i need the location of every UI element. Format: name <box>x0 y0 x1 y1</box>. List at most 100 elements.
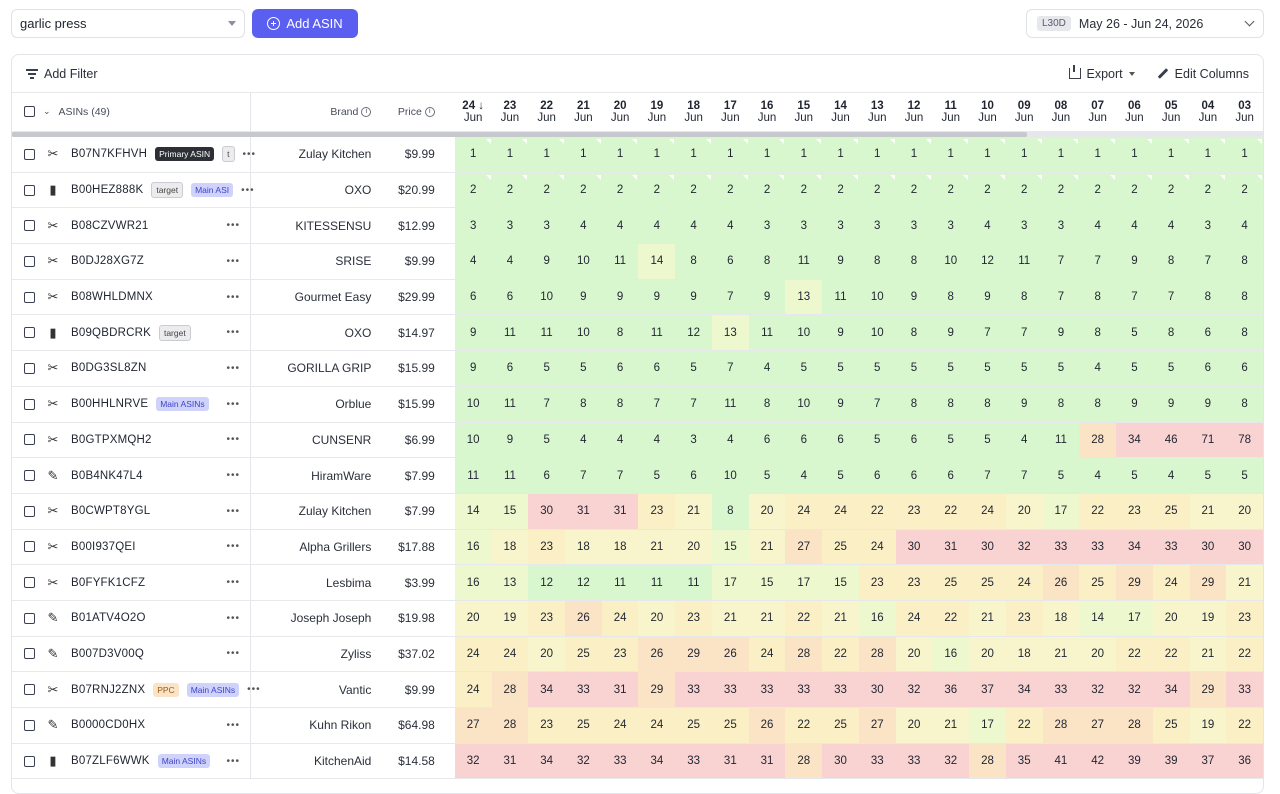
rank-cell[interactable]: 30 <box>1226 529 1263 566</box>
rank-cell[interactable]: 34 <box>1005 671 1043 708</box>
rank-cell[interactable]: 7 <box>1042 243 1080 280</box>
rank-cell[interactable]: 78 <box>1226 422 1263 459</box>
rank-cell[interactable]: 5 <box>528 350 566 387</box>
rank-cell[interactable]: 11 <box>491 386 529 423</box>
row-checkbox[interactable] <box>24 470 35 482</box>
export-button[interactable]: Export <box>1068 65 1135 81</box>
more-actions-icon[interactable]: ••• <box>227 292 241 303</box>
rank-cell[interactable]: 8 <box>895 314 933 352</box>
row-checkbox[interactable] <box>24 148 35 160</box>
edit-columns-button[interactable]: Edit Columns <box>1157 67 1249 81</box>
asin-id[interactable]: B00HEZ888K <box>71 184 143 196</box>
add-asin-button[interactable]: Add ASIN <box>252 9 358 38</box>
rank-cell[interactable]: 26 <box>1042 564 1080 601</box>
rank-cell[interactable]: 4 <box>1116 207 1153 245</box>
more-actions-icon[interactable]: ••• <box>227 256 241 267</box>
rank-cell[interactable]: 1 <box>748 136 786 173</box>
day-column-header[interactable]: 14 Jun <box>822 93 859 132</box>
row-checkbox[interactable] <box>24 755 35 767</box>
rank-cell[interactable]: 2 <box>1152 172 1190 209</box>
rank-cell[interactable]: 16 <box>454 564 492 601</box>
rank-cell[interactable]: 4 <box>1226 207 1263 245</box>
rank-cell[interactable]: 7 <box>969 457 1006 494</box>
rank-cell[interactable]: 8 <box>711 493 749 530</box>
rank-cell[interactable]: 36 <box>932 671 970 708</box>
rank-cell[interactable]: 11 <box>675 564 712 601</box>
rank-cell[interactable]: 4 <box>1079 207 1117 245</box>
table-row[interactable]: ✂ B00I937QEI ••• Alpha Grillers $17.88 16 18 23… <box>12 529 1263 566</box>
rank-cell[interactable]: 25 <box>822 529 859 566</box>
day-column-header[interactable]: 09 Jun <box>1005 93 1043 132</box>
rank-cell[interactable]: 9 <box>1005 386 1043 423</box>
rank-cell[interactable]: 5 <box>748 457 786 494</box>
more-actions-icon[interactable]: ••• <box>227 720 241 731</box>
rank-cell[interactable]: 25 <box>1152 493 1190 530</box>
row-checkbox[interactable] <box>24 648 35 660</box>
table-row[interactable]: ▮ B09QBDRCRK target ••• OXO $14.97 9 11 11 10 8 11 1… <box>12 314 1263 352</box>
day-column-header[interactable]: 13 Jun <box>858 93 896 132</box>
rank-cell[interactable]: 26 <box>565 600 602 637</box>
rank-cell[interactable]: 4 <box>454 243 492 280</box>
more-actions-icon[interactable]: ••• <box>227 648 241 659</box>
rank-cell[interactable]: 5 <box>528 422 566 459</box>
rank-cell[interactable]: 31 <box>748 743 786 780</box>
day-column-header[interactable]: 23 Jun <box>491 93 529 132</box>
rank-cell[interactable]: 7 <box>1005 314 1043 352</box>
more-actions-icon[interactable]: ••• <box>227 541 241 552</box>
rank-cell[interactable]: 9 <box>454 350 492 387</box>
rank-cell[interactable]: 4 <box>601 422 639 459</box>
rank-cell[interactable]: 3 <box>454 207 492 245</box>
rank-cell[interactable]: 21 <box>822 600 859 637</box>
rank-cell[interactable]: 1 <box>895 136 933 173</box>
select-all-checkbox[interactable] <box>24 106 35 118</box>
keyword-select[interactable]: garlic press <box>11 9 245 38</box>
rank-cell[interactable]: 7 <box>1005 457 1043 494</box>
rank-cell[interactable]: 22 <box>1226 636 1263 673</box>
rank-cell[interactable]: 20 <box>454 600 492 637</box>
rank-cell[interactable]: 2 <box>528 172 566 209</box>
rank-cell[interactable]: 32 <box>565 743 602 780</box>
rank-cell[interactable]: 7 <box>858 386 896 423</box>
rank-cell[interactable]: 8 <box>1226 386 1263 423</box>
day-column-header[interactable]: 20 Jun <box>601 93 639 132</box>
day-column-header[interactable]: 04 Jun <box>1189 93 1227 132</box>
rank-cell[interactable]: 32 <box>1005 529 1043 566</box>
rank-cell[interactable]: 4 <box>565 422 602 459</box>
rank-cell[interactable]: 2 <box>932 172 970 209</box>
more-actions-icon[interactable]: ••• <box>227 220 241 231</box>
row-checkbox[interactable] <box>24 184 35 196</box>
rank-cell[interactable]: 1 <box>1079 136 1117 173</box>
rank-cell[interactable]: 8 <box>895 243 933 280</box>
rank-cell[interactable]: 3 <box>675 422 712 459</box>
rank-cell[interactable]: 24 <box>895 600 933 637</box>
rank-cell[interactable]: 3 <box>822 207 859 245</box>
rank-cell[interactable]: 26 <box>638 636 676 673</box>
rank-cell[interactable]: 5 <box>638 457 676 494</box>
table-row[interactable]: ✎ B01ATV4O2O ••• Joseph Joseph $19.98 20 19 23 2… <box>12 600 1263 637</box>
rank-cell[interactable]: 23 <box>1226 600 1263 637</box>
rank-cell[interactable]: 6 <box>822 422 859 459</box>
rank-cell[interactable]: 14 <box>454 493 492 530</box>
rank-cell[interactable]: 1 <box>528 136 566 173</box>
rank-cell[interactable]: 28 <box>1042 707 1080 744</box>
rank-cell[interactable]: 24 <box>638 707 676 744</box>
rank-cell[interactable]: 16 <box>454 529 492 566</box>
rank-cell[interactable]: 28 <box>1116 707 1153 744</box>
rank-cell[interactable]: 15 <box>748 564 786 601</box>
rank-cell[interactable]: 6 <box>491 350 529 387</box>
rank-cell[interactable]: 21 <box>638 529 676 566</box>
row-checkbox[interactable] <box>24 541 35 553</box>
rank-cell[interactable]: 32 <box>1116 671 1153 708</box>
rank-cell[interactable]: 11 <box>1005 243 1043 280</box>
row-checkbox[interactable] <box>24 398 35 410</box>
table-row[interactable]: ✂ B0FYFK1CFZ ••• Lesbima $3.99 16 13 12 12 11 11 11… <box>12 564 1263 601</box>
rank-cell[interactable]: 11 <box>638 564 676 601</box>
rank-cell[interactable]: 5 <box>1189 457 1227 494</box>
table-row[interactable]: ▮ B00HEZ888K target Main ASI ••• OXO $20.99 2 2 2… <box>12 172 1263 209</box>
day-column-header[interactable]: 05 Jun <box>1152 93 1190 132</box>
rank-cell[interactable]: 7 <box>711 350 749 387</box>
rank-cell[interactable]: 30 <box>528 493 566 530</box>
table-row[interactable]: ✂ B07N7KFHVH Primary ASIN t ••• Zulay Kitchen… <box>12 136 1263 173</box>
rank-cell[interactable]: 21 <box>711 600 749 637</box>
rank-cell[interactable]: 30 <box>822 743 859 780</box>
